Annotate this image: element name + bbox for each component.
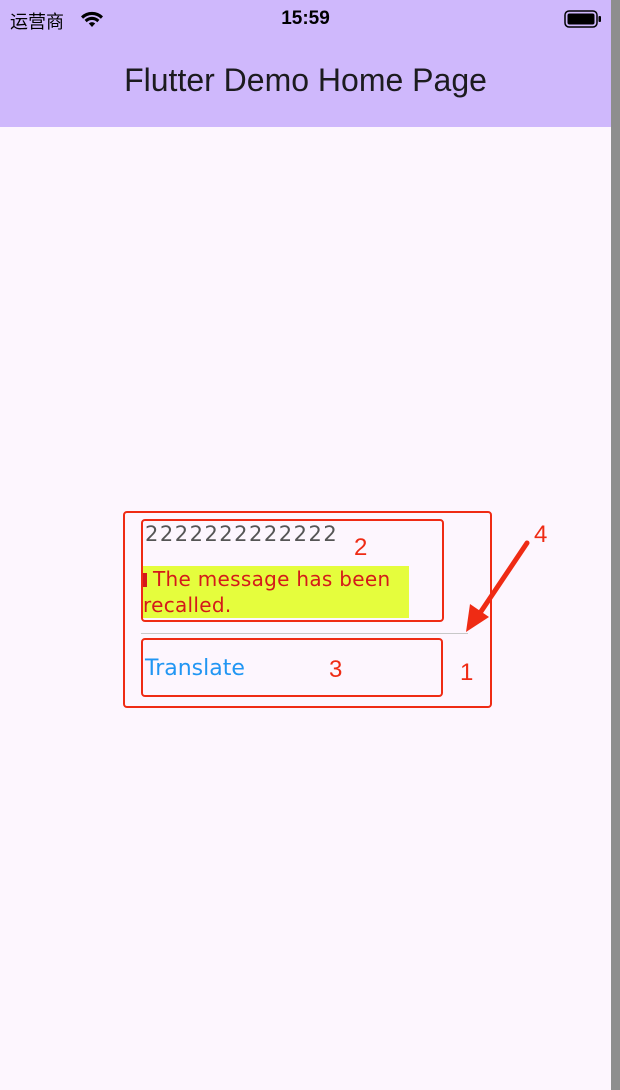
- original-message-text: 2222222222222: [145, 522, 339, 546]
- annotation-label-3: 3: [329, 656, 343, 683]
- annotation-arrow-icon: [466, 540, 530, 632]
- annotation-label-4: 4: [534, 521, 548, 548]
- recalled-message-highlight: The message has been recalled.: [143, 566, 409, 618]
- translate-button[interactable]: Translate: [145, 656, 245, 681]
- screen: 运营商 15:59 Flutter Demo Home Page 2222222…: [0, 0, 611, 1090]
- top-app-bar: 运营商 15:59 Flutter Demo Home Page: [0, 0, 611, 127]
- recalled-marker: [143, 573, 147, 587]
- status-time: 15:59: [281, 8, 330, 29]
- battery-icon: [564, 10, 602, 33]
- page-title: Flutter Demo Home Page: [124, 62, 487, 98]
- divider: [141, 633, 468, 634]
- annotation-label-2: 2: [354, 534, 368, 561]
- annotation-label-1: 1: [460, 659, 474, 686]
- recalled-message-text: The message has been recalled.: [143, 567, 391, 617]
- recalled-message: The message has been recalled.: [143, 566, 411, 618]
